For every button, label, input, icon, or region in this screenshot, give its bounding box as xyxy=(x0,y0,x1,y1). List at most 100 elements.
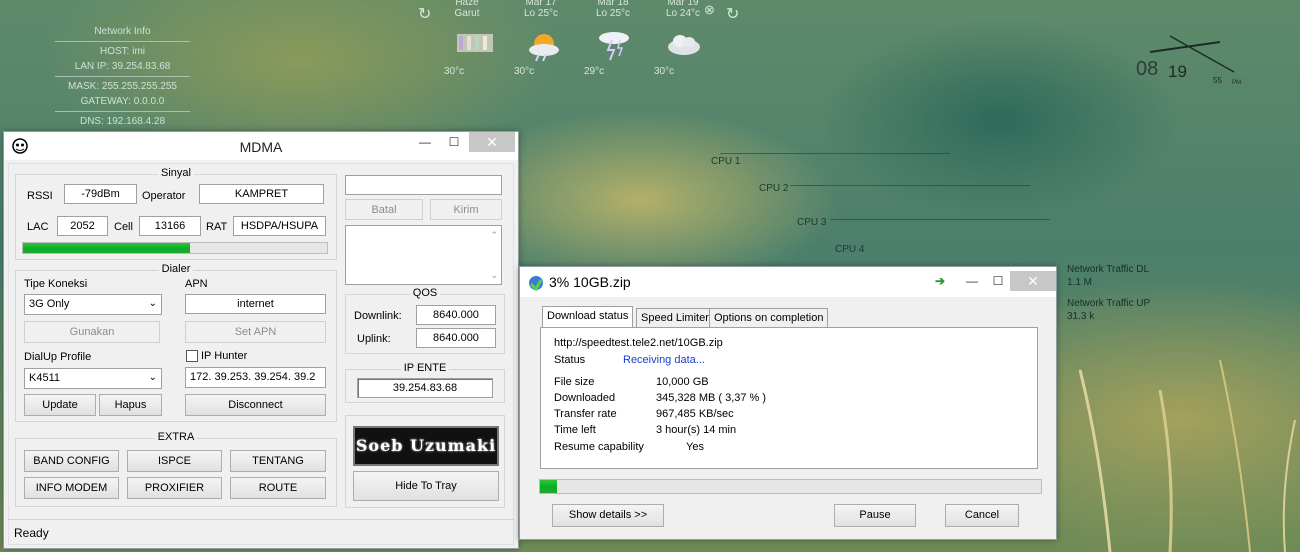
uplink-label: Uplink: xyxy=(357,333,391,345)
haze-icon xyxy=(455,30,495,60)
move-arrow-icon[interactable]: ➔ xyxy=(926,271,954,291)
maximize-icon[interactable]: ☐ xyxy=(984,271,1012,291)
downloaded-label: Downloaded xyxy=(554,392,616,404)
sinyal-title: Sinyal xyxy=(158,167,194,179)
show-details-button[interactable]: Show details >> xyxy=(552,504,664,527)
idm-download-window: 3% 10GB.zip ➔ — ☐ ✕ Download status Spee… xyxy=(519,266,1057,540)
weather-col-1: Mar 17 Lo 25°c xyxy=(506,0,576,19)
lan-ip-text: LAN IP: 39.254.83.68 xyxy=(74,61,171,72)
idm-window-title: 3% 10GB.zip xyxy=(549,274,631,290)
clock-second: 55 xyxy=(1213,76,1222,85)
download-progress-bar xyxy=(539,479,1042,494)
operator-label: Operator xyxy=(142,190,186,202)
tipe-koneksi-label: Tipe Koneksi xyxy=(24,278,88,290)
ip-ente-value: 39.254.83.68 xyxy=(357,378,493,398)
route-button[interactable]: ROUTE xyxy=(230,477,326,499)
weather-day: Mar 18 xyxy=(597,0,629,8)
rssi-value: -79dBm xyxy=(64,184,137,204)
cpu-label-1: CPU 1 xyxy=(711,156,741,167)
band-config-button[interactable]: BAND CONFIG xyxy=(24,450,119,472)
operator-value: KAMPRET xyxy=(199,184,324,204)
clock-widget: 08 19 55 PM xyxy=(1130,34,1241,104)
grass-decoration xyxy=(1078,359,1296,552)
file-size-value: 10,000 GB xyxy=(656,376,709,388)
cloud-icon xyxy=(664,30,704,60)
cancel-button[interactable]: Cancel xyxy=(945,504,1019,527)
ip-hunter-input[interactable]: 172. 39.253. 39.254. 39.2 xyxy=(185,367,326,388)
qos-title: QOS xyxy=(409,287,441,299)
close-button[interactable]: ✕ xyxy=(1010,271,1056,291)
tab-speed-limiter[interactable]: Speed Limiter xyxy=(636,308,714,327)
sun-cloud-icon xyxy=(524,30,564,62)
tab-options-on-completion[interactable]: Options on completion xyxy=(709,308,829,327)
file-size-label: File size xyxy=(554,376,595,388)
weather-low: Garut xyxy=(454,8,480,19)
gateway-text: GATEWAY: 0.0.0.0 xyxy=(80,96,165,107)
info-modem-button[interactable]: INFO MODEM xyxy=(24,477,119,499)
host-text: HOST: imi xyxy=(100,46,145,57)
scroll-up-icon[interactable]: ⌃ xyxy=(490,226,498,244)
idm-titlebar[interactable]: 3% 10GB.zip ➔ — ☐ ✕ xyxy=(520,267,1056,297)
hapus-button[interactable]: Hapus xyxy=(99,394,162,416)
close-button[interactable]: ✕ xyxy=(469,132,515,152)
time-left-label: Time left xyxy=(554,424,596,436)
tipe-koneksi-select[interactable]: 3G Only ⌄ xyxy=(24,294,162,315)
dialup-profile-select[interactable]: K4511 ⌄ xyxy=(24,368,162,389)
dialup-profile-value: K4511 xyxy=(29,372,60,384)
update-button[interactable]: Update xyxy=(24,394,96,416)
mdma-titlebar[interactable]: MDMA — ☐ ✕ xyxy=(4,132,518,160)
apn-input[interactable]: internet xyxy=(185,294,326,314)
hide-to-tray-button[interactable]: Hide To Tray xyxy=(353,471,499,501)
weather-low: Lo 25°c xyxy=(595,8,631,19)
dialup-profile-label: DialUp Profile xyxy=(24,351,92,363)
resume-capability-value: Yes xyxy=(686,441,704,453)
net-traffic-dl-label: Network Traffic DL xyxy=(1067,264,1150,275)
cpu-graph-line xyxy=(720,144,950,154)
maximize-icon[interactable]: ☐ xyxy=(440,132,468,152)
cpu-graph-line xyxy=(830,210,1050,220)
logo-text: Soeb Uzumaki xyxy=(355,436,497,455)
refresh-left-icon[interactable]: ↻ xyxy=(418,4,431,24)
tab-download-status[interactable]: Download status xyxy=(542,306,634,328)
weather-col-2: Mar 18 Lo 25°c xyxy=(578,0,648,19)
weather-temp: 30°c xyxy=(514,66,535,77)
ip-hunter-label: IP Hunter xyxy=(201,350,248,362)
chevron-down-icon: ⌄ xyxy=(148,298,157,309)
ispce-button[interactable]: ISPCE xyxy=(127,450,222,472)
signal-strength-bar xyxy=(22,242,328,254)
weather-temp: 30°c xyxy=(444,66,465,77)
downlink-value: 8640.000 xyxy=(416,305,496,325)
clock-ampm: PM xyxy=(1232,80,1241,86)
sms-number-input[interactable] xyxy=(345,175,502,195)
transfer-rate-label: Transfer rate xyxy=(554,408,617,420)
status-label: Status xyxy=(554,354,586,366)
gunakan-button[interactable]: Gunakan xyxy=(24,321,160,343)
mask-text: MASK: 255.255.255.255 xyxy=(68,81,177,92)
batal-button[interactable]: Batal xyxy=(345,199,423,220)
rssi-label: RSSI xyxy=(27,190,53,202)
sms-message-textarea[interactable]: ⌃ ⌄ xyxy=(345,225,502,285)
refresh-right-icon[interactable]: ↻ xyxy=(726,4,739,24)
time-left-value: 3 hour(s) 14 min xyxy=(656,424,737,436)
set-apn-button[interactable]: Set APN xyxy=(185,321,326,343)
tipe-koneksi-value: 3G Only xyxy=(29,298,70,310)
net-traffic-up-label: Network Traffic UP xyxy=(1067,298,1151,309)
pause-button[interactable]: Pause xyxy=(834,504,916,527)
signal-strength-fill xyxy=(23,243,191,253)
ip-hunter-checkbox[interactable] xyxy=(186,350,198,362)
scroll-down-icon[interactable]: ⌄ xyxy=(490,266,498,284)
proxifier-button[interactable]: PROXIFIER xyxy=(127,477,222,499)
minimize-icon[interactable]: — xyxy=(411,132,439,152)
tentang-button[interactable]: TENTANG xyxy=(230,450,326,472)
minimize-icon[interactable]: — xyxy=(958,271,986,291)
idm-app-icon xyxy=(528,275,544,294)
soeb-uzumaki-logo: Soeb Uzumaki xyxy=(353,426,499,466)
kirim-button[interactable]: Kirim xyxy=(430,199,502,220)
ip-ente-title: IP ENTE xyxy=(400,362,450,374)
lac-label: LAC xyxy=(27,221,49,233)
mdma-window: MDMA — ☐ ✕ Sinyal RSSI -79dBm Operator K… xyxy=(3,131,519,549)
network-info-title: Network Info xyxy=(94,26,151,37)
disconnect-button[interactable]: Disconnect xyxy=(185,394,326,416)
dialer-title: Dialer xyxy=(158,263,194,275)
clock-hour: 08 xyxy=(1136,58,1159,80)
